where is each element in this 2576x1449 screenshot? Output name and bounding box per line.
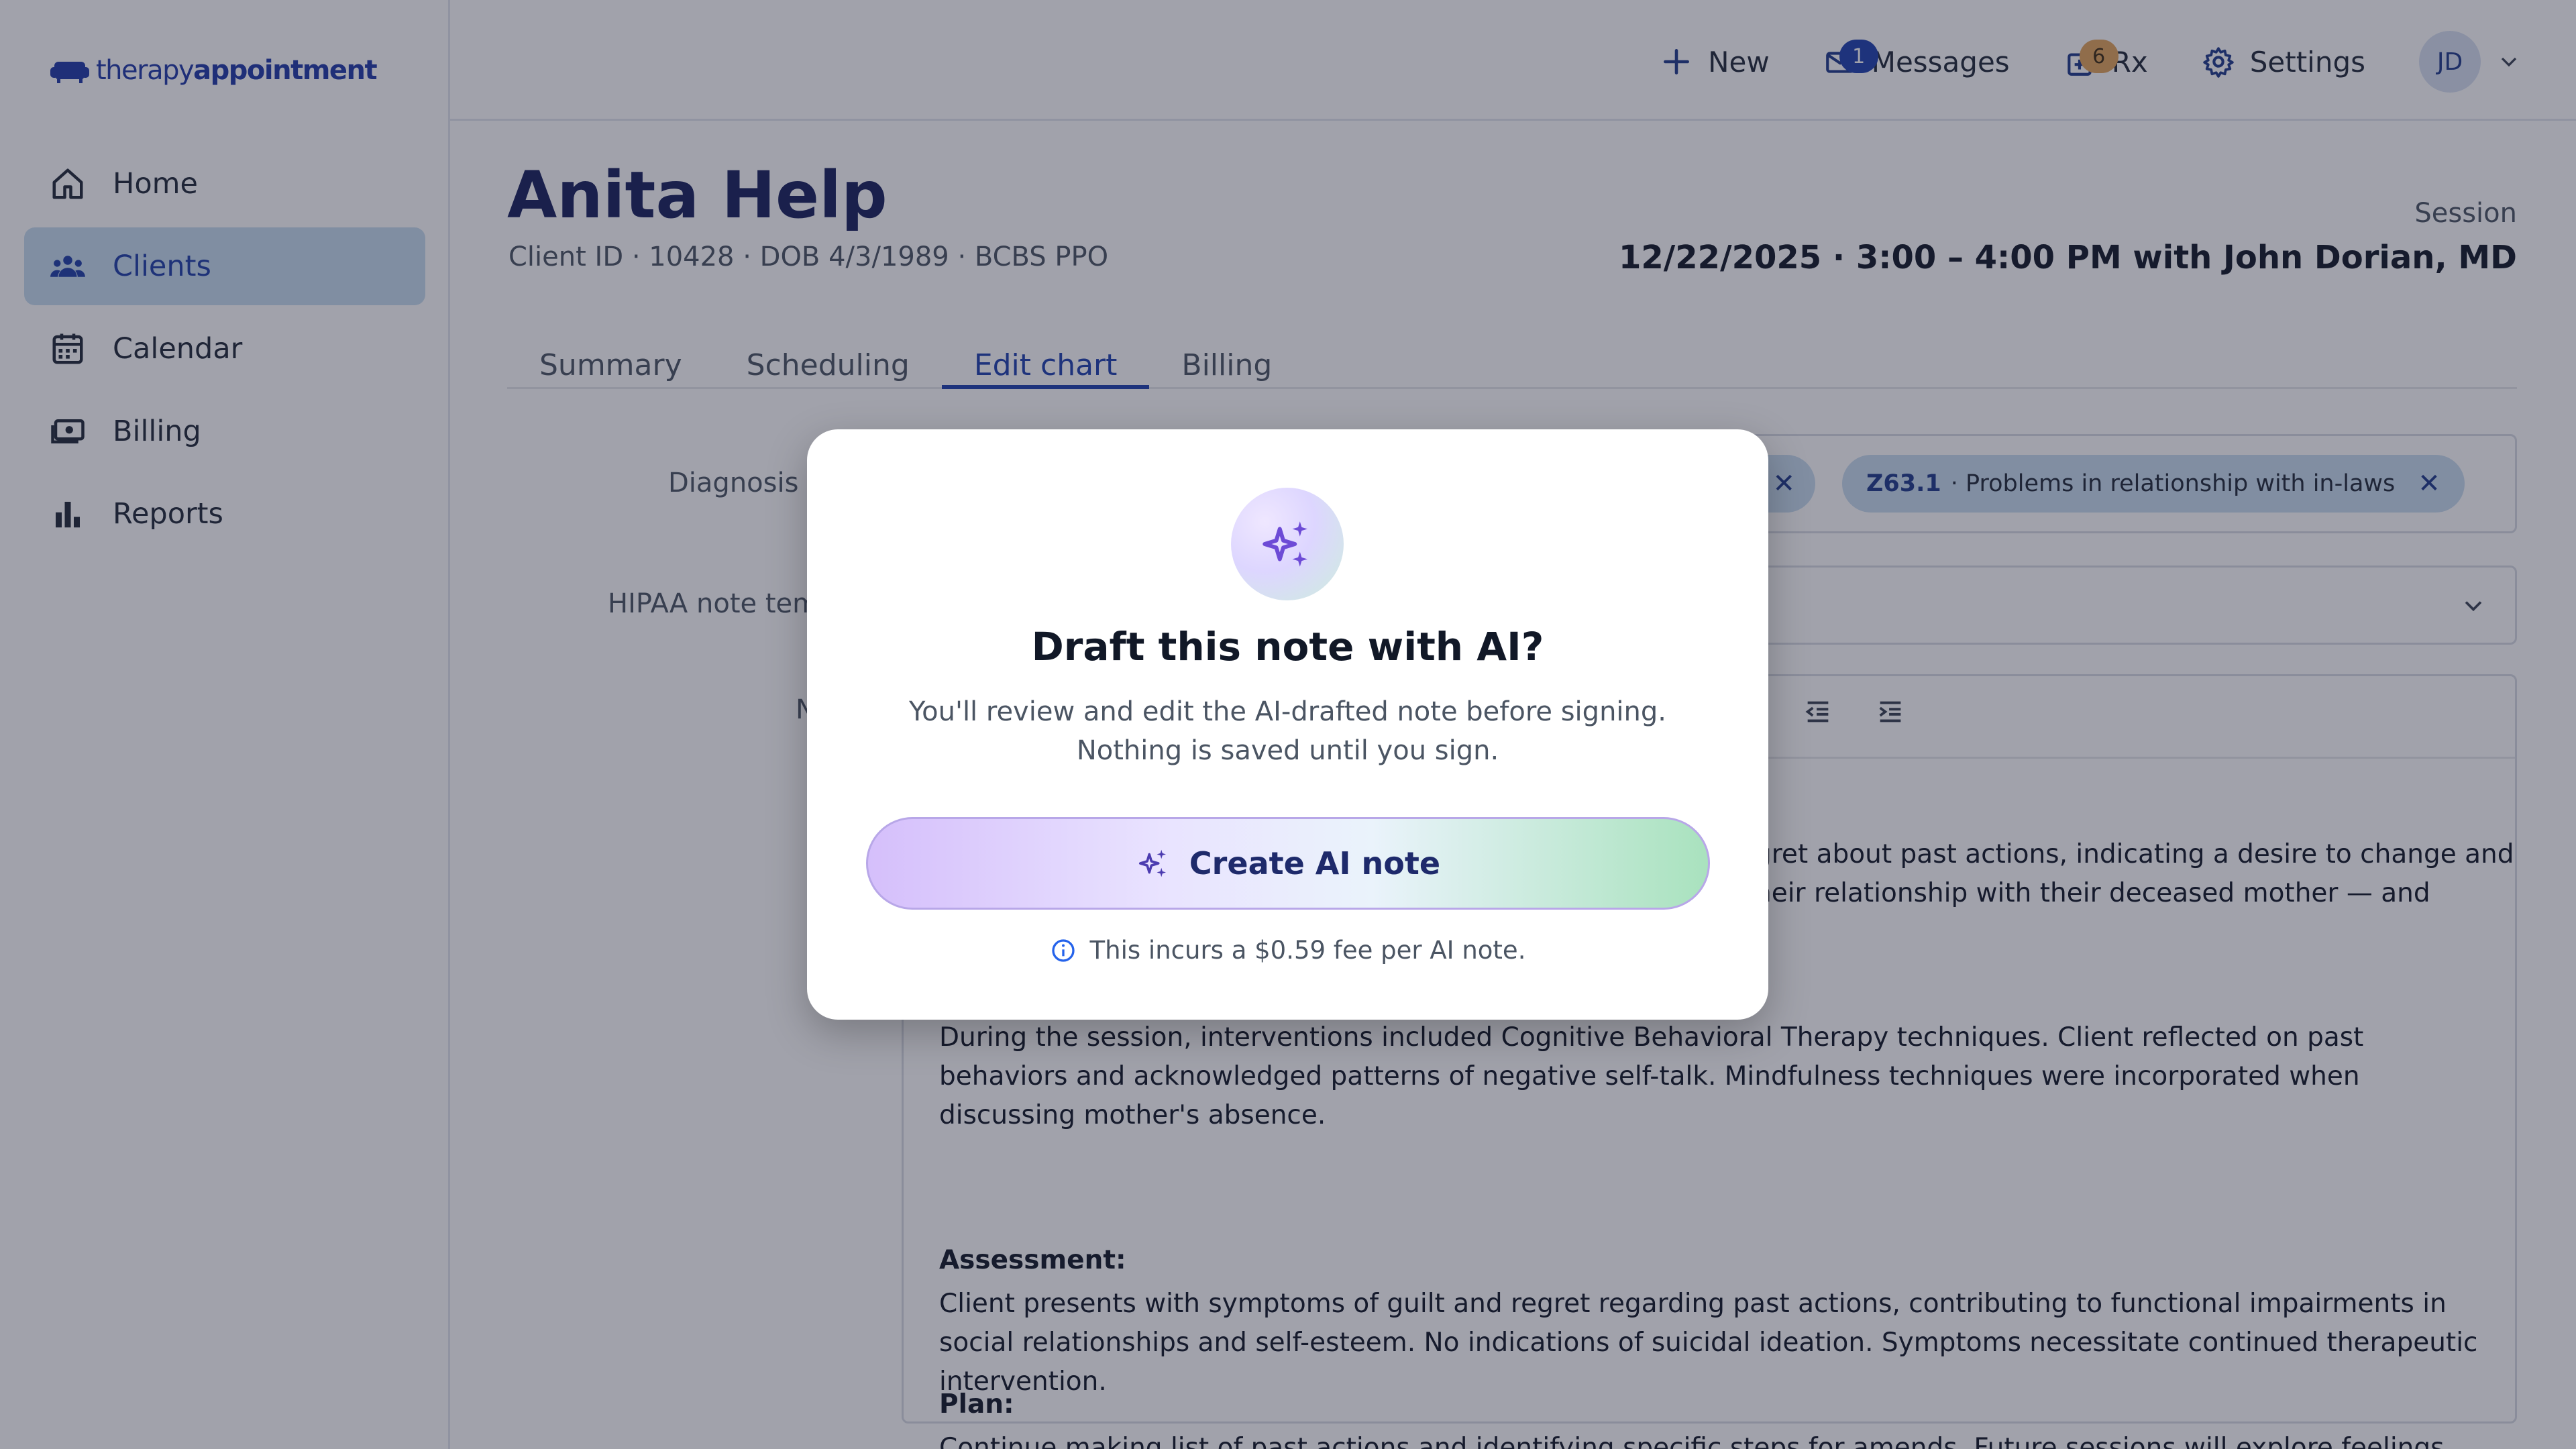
fee-notice: This incurs a $0.59 fee per AI note. <box>807 936 1768 965</box>
fee-text: This incurs a $0.59 fee per AI note. <box>1089 936 1526 965</box>
create-ai-note-label: Create AI note <box>1189 845 1441 881</box>
app-root: therapyappointment Home Clients Calendar… <box>0 0 2576 1449</box>
info-icon <box>1051 938 1075 962</box>
sparkles-badge <box>1231 488 1344 600</box>
dialog-title: Draft this note with AI? <box>1031 624 1544 669</box>
sparkles-icon <box>1138 849 1166 877</box>
sparkles-icon <box>1263 521 1307 567</box>
create-ai-note-button[interactable]: Create AI note <box>866 817 1710 910</box>
dialog-body: You'll review and edit the AI-drafted no… <box>909 696 1666 766</box>
ai-draft-dialog: Draft this note with AI? You'll review a… <box>807 429 1768 1020</box>
